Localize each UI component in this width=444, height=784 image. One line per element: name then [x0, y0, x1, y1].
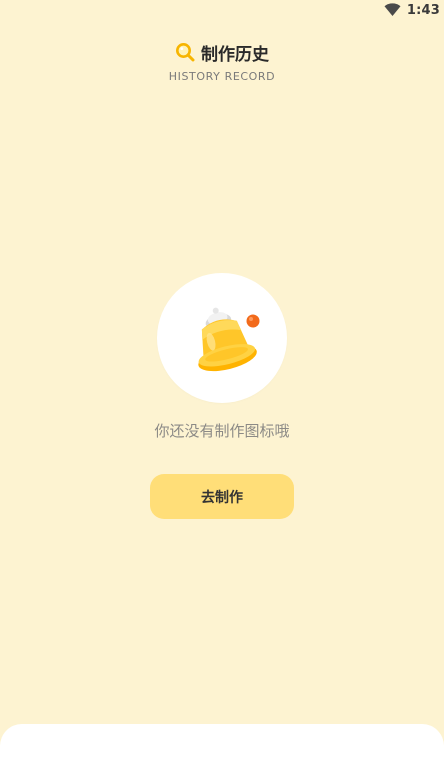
title-row: 制作历史: [0, 40, 444, 65]
go-make-button[interactable]: 去制作: [150, 474, 294, 519]
page-subtitle: HISTORY RECORD: [168, 70, 276, 83]
empty-message: 你还没有制作图标哦: [154, 422, 290, 440]
bell-icon: [198, 307, 260, 372]
status-time: 1:43: [406, 2, 440, 18]
illustration-circle: [157, 273, 287, 403]
page-title: 制作历史: [201, 44, 269, 65]
empty-state: 你还没有制作图标哦 去制作: [0, 273, 444, 519]
wifi-icon: [384, 3, 401, 17]
status-indicators: 1:43: [384, 1, 440, 19]
status-bar: 1:43: [0, 0, 444, 22]
search-icon: [175, 42, 195, 62]
page-header: 制作历史 HISTORY RECORD: [0, 40, 444, 83]
bottom-sheet: [0, 724, 444, 784]
